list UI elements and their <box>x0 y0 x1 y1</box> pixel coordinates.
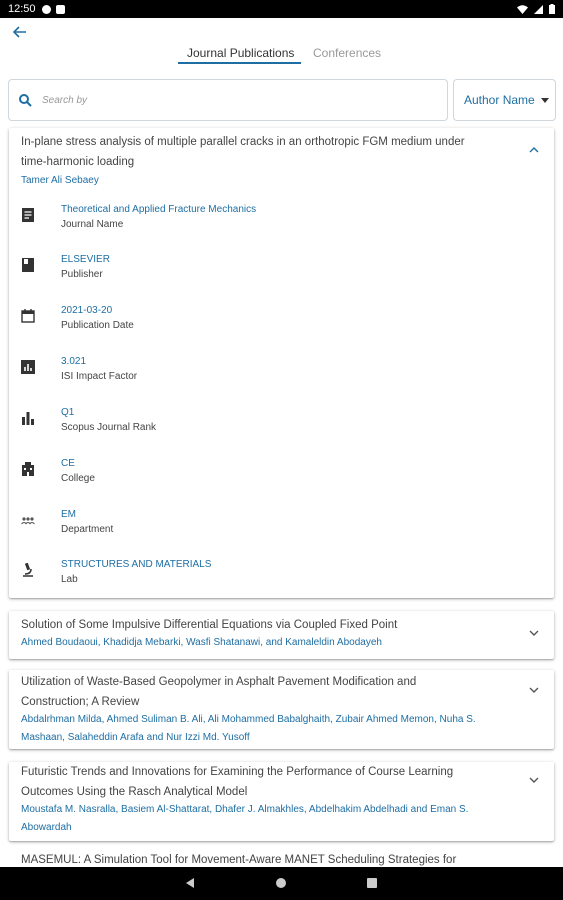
tab-journal-publications[interactable]: Journal Publications <box>187 46 294 60</box>
detail-lab: STRUCTURES AND MATERIALS Lab <box>21 559 421 599</box>
detail-publication-date: 2021-03-20 Publication Date <box>21 305 421 345</box>
sim-icon <box>55 4 65 14</box>
detail-impact-factor: 3.021 ISI Impact Factor <box>21 356 421 396</box>
battery-icon <box>549 4 555 14</box>
detail-scopus-rank: Q1 Scopus Journal Rank <box>21 407 421 447</box>
status-time: 12:50 <box>8 3 36 15</box>
building-icon <box>22 462 34 476</box>
publication-card[interactable]: Solution of Some Impulsive Differential … <box>9 611 554 659</box>
publication-authors: Tamer Ali Sebaey <box>21 175 99 186</box>
chevron-down-icon[interactable] <box>528 684 540 696</box>
nav-home-icon[interactable] <box>276 878 286 888</box>
detail-journal-name: Theoretical and Applied Fracture Mechani… <box>21 204 421 244</box>
status-bar: 12:50 <box>0 0 563 18</box>
publication-card-partial[interactable]: MASEMUL: A Simulation Tool for Movement-… <box>9 852 554 867</box>
notification-icon <box>41 4 51 14</box>
chevron-down-icon[interactable] <box>528 774 540 786</box>
author-filter-select[interactable]: Author Name <box>453 79 556 121</box>
microscope-icon <box>23 563 33 577</box>
search-box <box>8 79 448 121</box>
publication-authors: Abdalrhman Milda, Ahmed Suliman B. Ali, … <box>21 714 476 743</box>
publication-card[interactable]: Futuristic Trends and Innovations for Ex… <box>9 762 554 841</box>
back-button[interactable] <box>10 22 30 42</box>
arrow-left-icon <box>13 26 26 38</box>
search-icon <box>19 93 32 107</box>
calendar-icon <box>21 309 35 323</box>
detail-college: CE College <box>21 458 421 498</box>
publication-card-expanded[interactable]: In-plane stress analysis of multiple par… <box>9 128 554 598</box>
nav-recents-icon[interactable] <box>367 878 377 888</box>
nav-back-icon[interactable] <box>186 878 194 888</box>
publication-authors: Ahmed Boudaoui, Khadidja Mebarki, Wasfi … <box>21 637 382 648</box>
publication-authors: Moustafa M. Nasralla, Basiem Al-Shattara… <box>21 804 469 833</box>
wifi-icon <box>517 4 528 14</box>
tab-conferences[interactable]: Conferences <box>313 46 381 60</box>
bar-chart-icon <box>22 412 34 425</box>
author-filter-value: Author Name <box>464 93 535 107</box>
publication-title: Solution of Some Impulsive Differential … <box>21 619 398 631</box>
publication-title: Futuristic Trends and Innovations for Ex… <box>21 766 454 798</box>
document-icon <box>22 208 34 222</box>
chevron-down-icon[interactable] <box>528 627 540 639</box>
system-nav-bar <box>0 867 563 900</box>
publication-title: Utilization of Waste-Based Geopolymer in… <box>21 676 417 708</box>
dropdown-caret-icon <box>541 98 549 103</box>
chevron-up-icon[interactable] <box>528 144 540 156</box>
detail-department: EM Department <box>21 509 421 549</box>
people-icon <box>21 517 35 525</box>
signal-icon <box>534 4 543 14</box>
publication-title: MASEMUL: A Simulation Tool for Movement-… <box>21 854 457 866</box>
book-icon <box>22 258 34 272</box>
search-input[interactable] <box>42 94 422 106</box>
active-tab-indicator <box>178 62 301 64</box>
detail-publisher: ELSEVIER Publisher <box>21 254 421 294</box>
publication-title: In-plane stress analysis of multiple par… <box>21 136 465 168</box>
publication-card[interactable]: Utilization of Waste-Based Geopolymer in… <box>9 670 554 749</box>
chart-box-icon <box>21 360 35 374</box>
